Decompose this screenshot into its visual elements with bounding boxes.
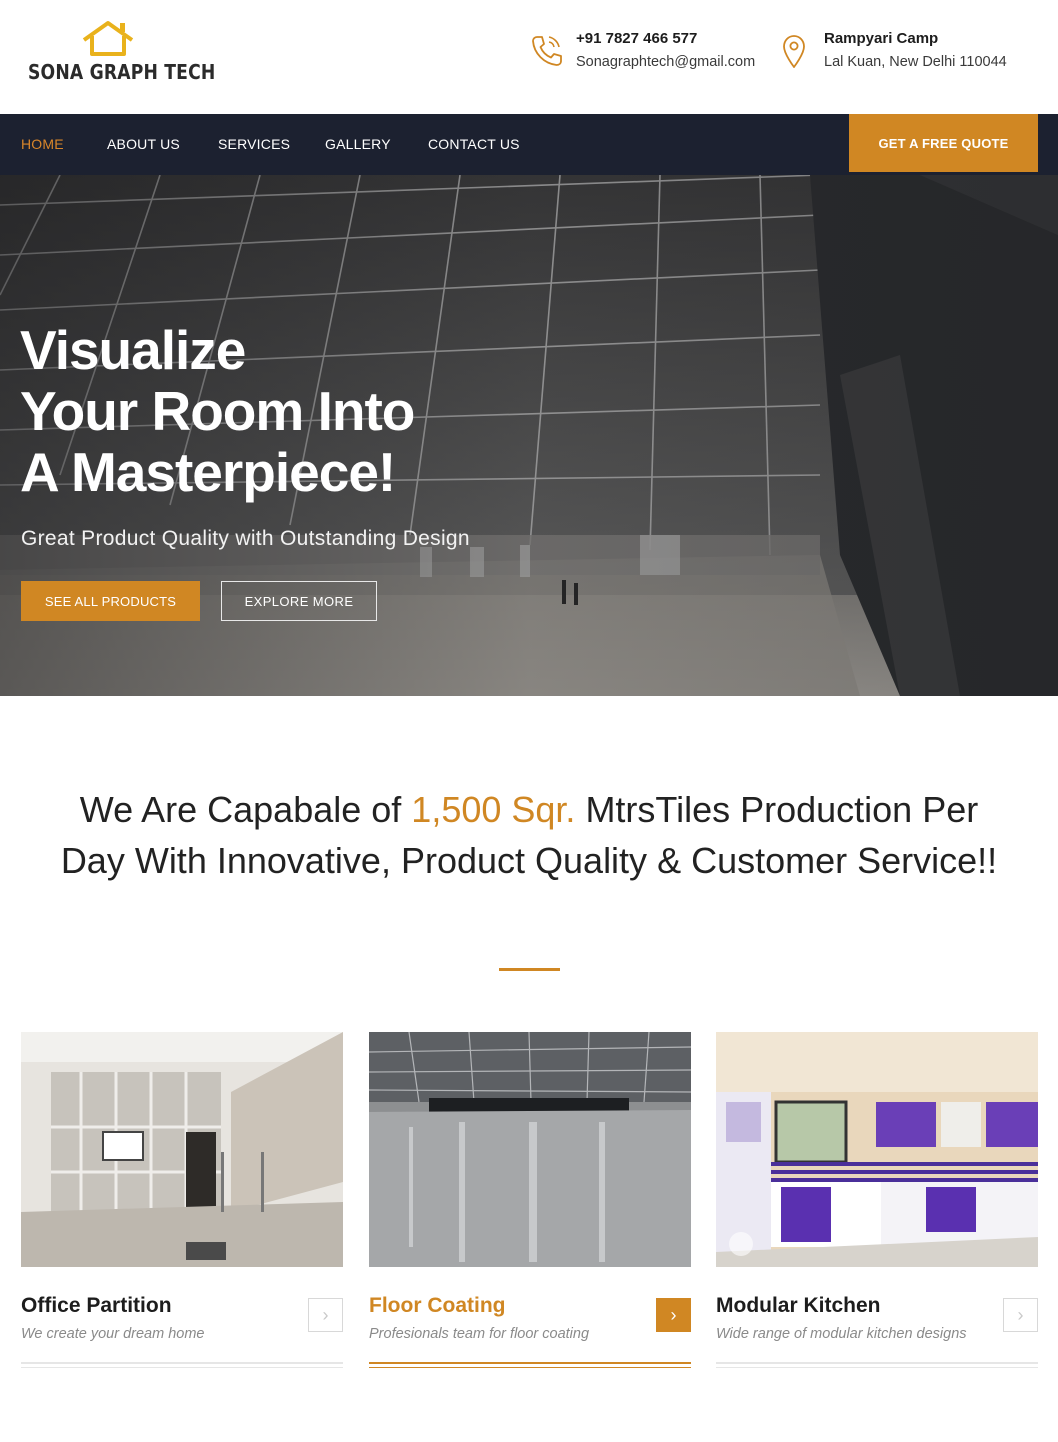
card-title[interactable]: Office Partition [21, 1294, 172, 1318]
office-partition-image[interactable] [21, 1032, 343, 1267]
intro-highlight: 1,500 Sqr. [411, 789, 576, 830]
nav-about-us[interactable]: ABOUT US [107, 136, 180, 152]
phone-contact: +91 7827 466 577 Sonagraphtech@gmail.com [530, 30, 770, 80]
service-card-floor-coating[interactable]: Floor Coating Profesionals team for floo… [369, 1032, 691, 1372]
service-card-office-partition[interactable]: Office Partition We create your dream ho… [21, 1032, 343, 1372]
hero-banner: Visualize Your Room Into A Masterpiece! … [0, 175, 1058, 696]
house-outline-icon [82, 21, 134, 56]
chevron-right-icon[interactable]: › [656, 1298, 691, 1332]
chevron-right-icon[interactable]: › [1003, 1298, 1038, 1332]
card-divider [369, 1362, 691, 1364]
hero-title: Visualize Your Room Into A Masterpiece! [20, 320, 640, 503]
card-description: Profesionals team for floor coating [369, 1326, 590, 1342]
nav-gallery[interactable]: GALLERY [325, 136, 391, 152]
hero-subtitle: Great Product Quality with Outstanding D… [21, 527, 470, 550]
card-divider [21, 1362, 343, 1364]
address-line-1: Rampyari Camp [824, 30, 939, 47]
logo[interactable]: SONA GRAPH TECH [28, 20, 216, 90]
get-free-quote-button[interactable]: GET A FREE QUOTE [849, 114, 1038, 172]
main-navigation: HOME ABOUT US SERVICES GALLERY CONTACT U… [0, 114, 1058, 175]
nav-services[interactable]: SERVICES [218, 136, 290, 152]
card-description: We create your dream home [21, 1326, 205, 1342]
card-description: Wide range of modular kitchen designs [716, 1326, 967, 1342]
floor-coating-image[interactable] [369, 1032, 691, 1267]
card-divider-secondary [21, 1367, 343, 1368]
card-divider-secondary [716, 1367, 1038, 1368]
intro-divider [499, 968, 560, 971]
site-header: SONA GRAPH TECH +91 7827 466 577 Sonagra… [0, 0, 1058, 114]
explore-more-button[interactable]: EXPLORE MORE [221, 581, 377, 621]
see-all-products-button[interactable]: SEE ALL PRODUCTS [21, 581, 200, 621]
intro-text-part-1: We Are Capabale of [79, 789, 412, 830]
location-pin-icon [783, 35, 805, 68]
nav-home[interactable]: HOME [21, 136, 64, 152]
intro-statement: We Are Capabale of 1,500 Sqr. MtrsTiles … [60, 784, 998, 886]
brand-name: SONA GRAPH TECH [28, 60, 216, 84]
card-title[interactable]: Modular Kitchen [716, 1294, 881, 1318]
hero-title-line-2: Your Room Into [20, 380, 415, 442]
phone-icon [532, 36, 562, 66]
address-line-2: Lal Kuan, New Delhi 110044 [824, 54, 1007, 70]
modular-kitchen-image[interactable] [716, 1032, 1038, 1267]
hero-title-line-3: A Masterpiece! [20, 441, 396, 503]
service-card-modular-kitchen[interactable]: Modular Kitchen Wide range of modular ki… [716, 1032, 1038, 1372]
hero-title-line-1: Visualize [20, 319, 246, 381]
address-contact: Rampyari Camp Lal Kuan, New Delhi 110044 [778, 30, 1038, 80]
email-address[interactable]: Sonagraphtech@gmail.com [576, 54, 755, 70]
chevron-right-icon[interactable]: › [308, 1298, 343, 1332]
nav-contact-us[interactable]: CONTACT US [428, 136, 520, 152]
card-divider-secondary [369, 1367, 691, 1368]
phone-number[interactable]: +91 7827 466 577 [576, 30, 697, 47]
card-divider [716, 1362, 1038, 1364]
card-title[interactable]: Floor Coating [369, 1294, 505, 1318]
